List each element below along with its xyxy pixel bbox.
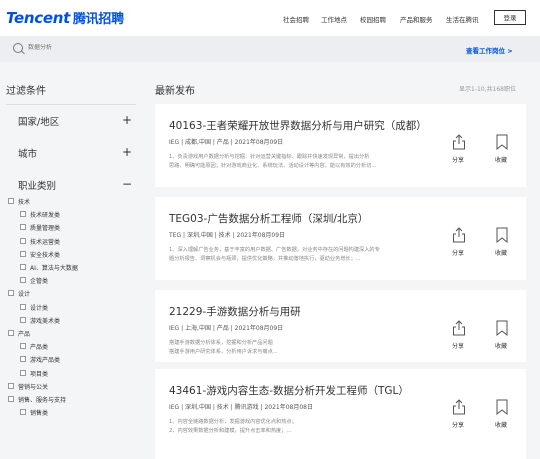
nav-life-at-tencent[interactable]: 生活在腾讯	[446, 14, 479, 24]
checkbox-label[interactable]: 营销与公关	[18, 382, 48, 391]
checkbox-label[interactable]: 游戏美术类	[30, 316, 60, 325]
checkbox-label[interactable]: 质量管理类	[30, 223, 60, 232]
bookmark-icon[interactable]	[495, 320, 509, 336]
checkbox[interactable]	[8, 396, 14, 402]
filter-city[interactable]: 城市	[18, 146, 37, 160]
tencent-logo[interactable]: Tencent 腾讯招聘	[6, 8, 124, 27]
checkbox[interactable]	[20, 356, 26, 363]
bookmark-icon[interactable]	[495, 227, 509, 243]
checkbox[interactable]	[20, 409, 26, 416]
checkbox-label[interactable]: 技术研发类	[30, 210, 60, 219]
checkbox[interactable]	[20, 237, 26, 244]
checkbox[interactable]	[20, 369, 26, 376]
search-input[interactable]	[28, 44, 148, 51]
job-meta: TEG | 深圳,中国 | 技术 | 2021年08月09日	[169, 232, 286, 239]
checkbox-label[interactable]: AI、算法与大数据	[30, 263, 78, 272]
checkbox[interactable]	[20, 264, 26, 270]
favorite-label[interactable]: 收藏	[495, 341, 507, 350]
filter-job-category[interactable]: 职业类别	[18, 178, 56, 192]
nav-work-location[interactable]: 工作地点	[321, 14, 347, 24]
job-card[interactable]: TEG03-广告数据分析工程师（深圳/北京） TEG | 深圳,中国 | 技术 |…	[155, 197, 526, 280]
checkbox[interactable]	[8, 290, 14, 297]
job-description-line: 1、深入理解广告业务，基于丰富的用户数据、广告数据，对业务中存在的问题构建深入的…	[169, 247, 380, 253]
top-header: Tencent 腾讯招聘 社会招聘 工作地点 校园招聘 产品和服务 生活在腾讯 登…	[0, 0, 540, 36]
checkbox[interactable]	[8, 330, 14, 336]
expand-country-icon[interactable]: +	[122, 114, 132, 126]
share-label[interactable]: 分享	[452, 420, 464, 429]
job-description-line: 题分析报告、洞察机会与瓶颈，提供优化策略，并推动落地执行，驱动业务增长；...	[169, 256, 361, 262]
checkbox[interactable]	[20, 224, 26, 231]
job-card[interactable]: 43461-游戏内容生态-数据分析开发工程师（TGL） IEG | 深圳,中国 |…	[155, 369, 526, 459]
checkbox-label[interactable]: 项目类	[30, 369, 48, 378]
login-button[interactable]: 登录	[494, 10, 526, 25]
job-description-line: 思路、明确可能原因；针对游戏商业化、系统玩法、活动设计等内容，能以有效的分析切.…	[169, 163, 377, 169]
nav-campus-recruit[interactable]: 校园招聘	[360, 14, 386, 24]
checkbox-label[interactable]: 设计类	[30, 303, 48, 312]
favorite-label[interactable]: 收藏	[495, 248, 507, 257]
expand-city-icon[interactable]: +	[122, 146, 132, 158]
checkbox[interactable]	[20, 277, 26, 284]
checkbox-label[interactable]: 安全技术类	[30, 250, 60, 259]
favorite-label[interactable]: 收藏	[495, 420, 507, 429]
checkbox-label[interactable]: 企管类	[30, 276, 48, 285]
job-meta: IEG | 上海,中国 | 产品 | 2021年08月09日	[169, 325, 284, 332]
divider	[6, 104, 136, 105]
checkbox-label[interactable]: 设计	[18, 289, 30, 298]
job-description-line: 2、内容效果数据分析和建模，提升点击率和热度；...	[169, 428, 292, 434]
job-title[interactable]: TEG03-广告数据分析工程师（深圳/北京）	[169, 211, 368, 226]
share-icon[interactable]	[452, 134, 466, 150]
job-title[interactable]: 43461-游戏内容生态-数据分析开发工程师（TGL）	[169, 383, 409, 398]
job-title[interactable]: 40163-王者荣耀开放世界数据分析与用户研究（成都）	[169, 118, 427, 133]
checkbox[interactable]	[8, 198, 14, 204]
filter-sidebar: 过滤条件 国家/地区 + 城市 + 职业类别 − 技术 技术研发类质量管理类技术运…	[0, 62, 150, 459]
share-icon[interactable]	[452, 320, 466, 336]
checkbox-label[interactable]: 技术	[18, 197, 30, 206]
checkbox[interactable]	[8, 382, 14, 389]
favorite-label[interactable]: 收藏	[495, 155, 507, 164]
share-icon[interactable]	[452, 399, 466, 415]
share-icon[interactable]	[452, 227, 466, 243]
nav-social-recruit[interactable]: 社会招聘	[283, 14, 309, 24]
checkbox-label[interactable]: 技术运营类	[30, 237, 60, 246]
checkbox[interactable]	[20, 250, 26, 257]
search-icon[interactable]	[13, 43, 23, 53]
job-meta: IEG | 深圳,中国 | 技术 | 腾讯游戏 | 2021年08月08日	[169, 404, 314, 411]
checkbox[interactable]	[20, 316, 26, 323]
job-description-line: 搭建手游数据分析体系，挖掘和分析产品问题	[169, 340, 273, 346]
checkbox[interactable]	[20, 211, 26, 218]
job-title[interactable]: 21229-手游数据分析与用研	[169, 304, 301, 319]
job-description-line: 1、内容全链路数据分析，发掘游戏内容优化点和热点；	[169, 419, 297, 425]
job-description-line: 1、负责游戏用户数据分析与挖掘：针对运营关键指标、跟踪并快速发现异常，提出分析	[169, 154, 370, 160]
bookmark-icon[interactable]	[495, 134, 509, 150]
nav-products-services[interactable]: 产品和服务	[400, 14, 433, 24]
checkbox-label[interactable]: 产品	[18, 329, 30, 338]
collapse-job-category-icon[interactable]: −	[122, 178, 132, 190]
latest-posts-title: 最新发布	[155, 86, 195, 97]
share-label[interactable]: 分享	[452, 248, 464, 257]
search-bar: 查看工作岗位 >	[0, 36, 540, 62]
filter-country-region[interactable]: 国家/地区	[18, 114, 59, 128]
checkbox-label[interactable]: 销售、服务与支持	[18, 395, 66, 404]
bookmark-icon[interactable]	[495, 399, 509, 415]
checkbox-label[interactable]: 产品类	[30, 342, 48, 351]
view-positions-link[interactable]: 查看工作岗位 >	[466, 45, 513, 55]
checkbox[interactable]	[20, 303, 26, 310]
job-description-line: 搭建手游用户研究体系，分析用户诉求与痛点...	[169, 349, 278, 355]
filter-title: 过滤条件	[6, 86, 46, 97]
share-label[interactable]: 分享	[452, 341, 464, 350]
checkbox-label[interactable]: 游戏产品类	[30, 355, 60, 364]
share-label[interactable]: 分享	[452, 155, 464, 164]
job-card[interactable]: 21229-手游数据分析与用研 IEG | 上海,中国 | 产品 | 2021年0…	[155, 290, 526, 362]
checkbox-label[interactable]: 销售类	[30, 408, 48, 417]
checkbox[interactable]	[20, 343, 26, 350]
job-meta: IEG | 成都,中国 | 产品 | 2021年08月09日	[169, 139, 284, 146]
job-card[interactable]: 40163-王者荣耀开放世界数据分析与用户研究（成都） IEG | 成都,中国 |…	[155, 104, 526, 187]
result-count: 显示1-10,共168职位	[459, 86, 516, 93]
